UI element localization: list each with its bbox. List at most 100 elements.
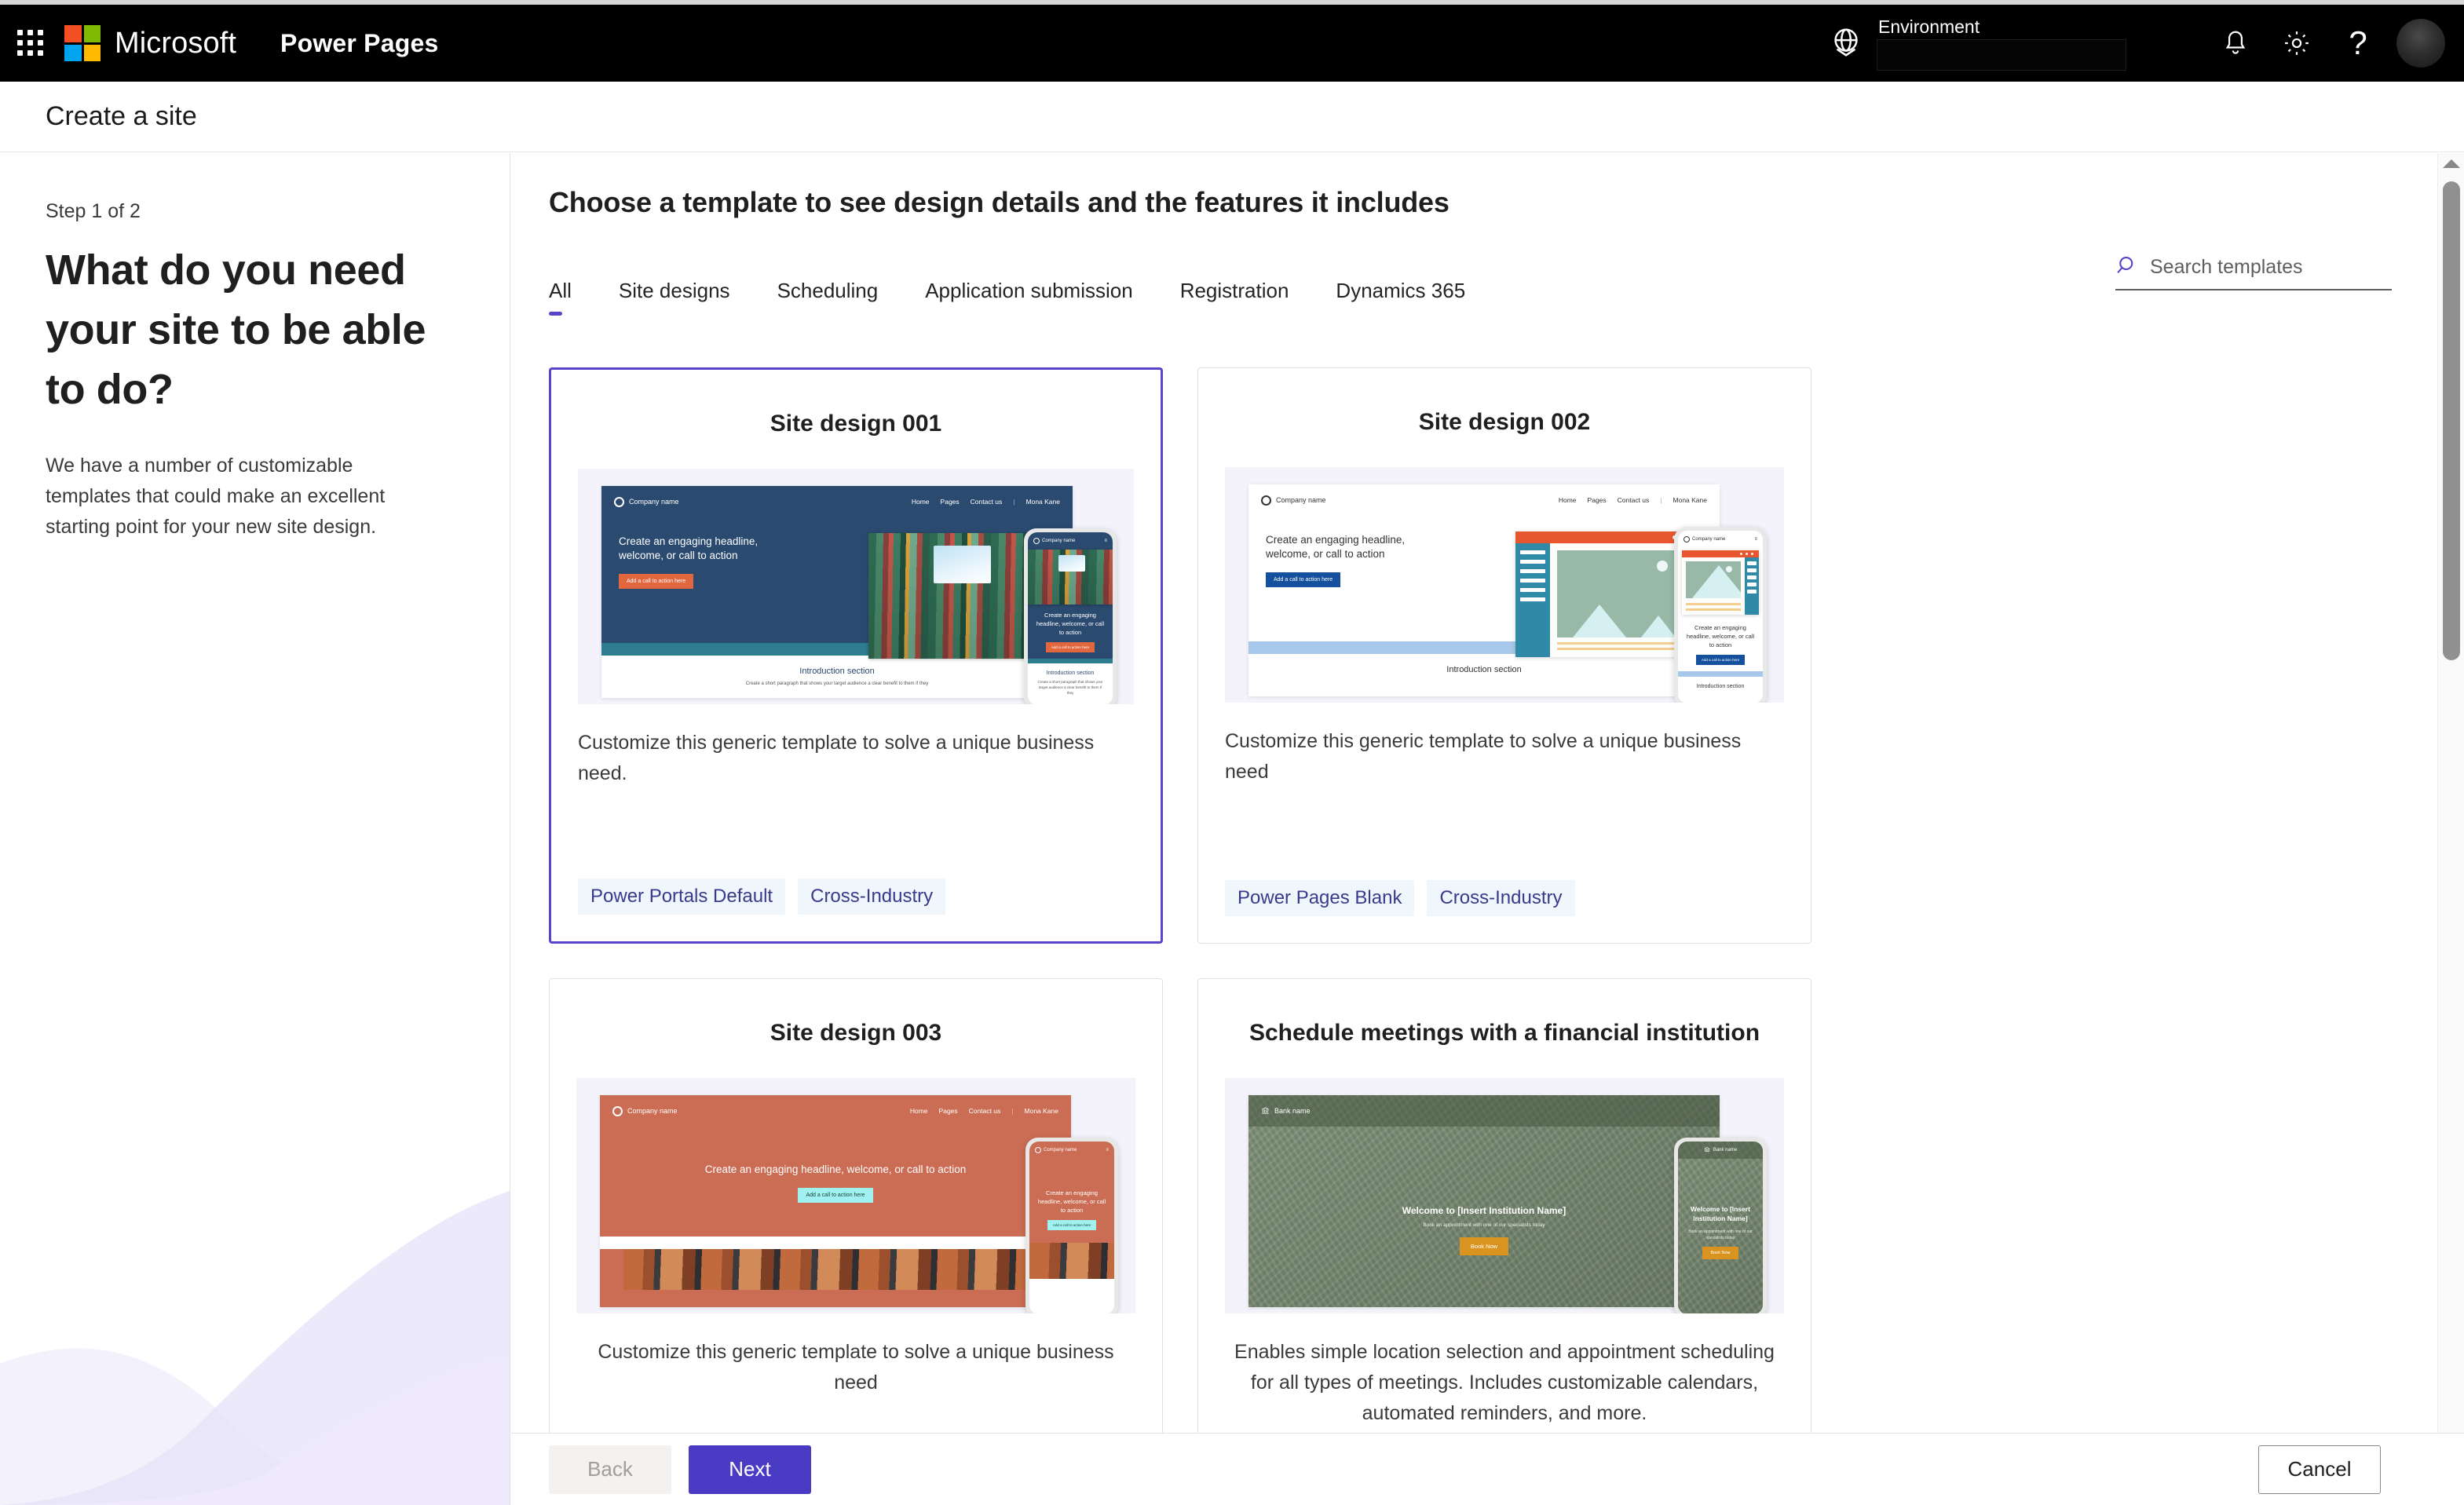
back-button[interactable]: Back — [549, 1445, 671, 1494]
mock-hero-image — [1515, 531, 1696, 657]
tab-dynamics-365[interactable]: Dynamics 365 — [1336, 279, 1465, 316]
mock-phone-cta: Add a call to action here — [1695, 655, 1746, 665]
mock-nav-contact: Contact us — [968, 1107, 1001, 1115]
mock-nav-user: Mona Kane — [1025, 498, 1060, 506]
template-card-site-design-003[interactable]: Site design 003 Company name Home Pages … — [549, 978, 1163, 1433]
thumbnail-desktop-mock: Company name Home Pages Contact us | Mon… — [600, 1095, 1071, 1307]
thumbnail-phone-mock: Company name ≡ Create an engaging headli… — [1674, 527, 1767, 703]
bell-icon[interactable] — [2205, 5, 2266, 82]
next-button[interactable]: Next — [689, 1445, 811, 1494]
environment-value[interactable] — [1877, 38, 2126, 71]
thumbnail-phone-mock: Company name ≡ Create an engaging headli… — [1024, 528, 1117, 704]
hamburger-icon: ≡ — [1106, 1148, 1109, 1152]
mock-cta-button: Book Now — [1459, 1237, 1509, 1255]
mock-brand: Company name — [1276, 496, 1326, 504]
search-input[interactable] — [2150, 256, 2378, 279]
mock-nav-home: Home — [909, 1107, 928, 1115]
mock-nav-contact: Contact us — [970, 498, 1003, 506]
thumbnail-desktop-mock: Bank name Welcome to [Insert Institution… — [1248, 1095, 1720, 1307]
cancel-button[interactable]: Cancel — [2258, 1445, 2381, 1494]
mock-phone-cta: Add a call to action here — [1045, 642, 1095, 652]
app-shell: Microsoft Power Pages Environment ? Crea… — [0, 0, 2464, 1505]
mock-nav-pages: Pages — [940, 498, 960, 506]
environment-label: Environment — [1878, 16, 1980, 37]
template-tag-list: Power Portals Default Cross-Industry — [551, 879, 1161, 941]
tab-application-submission[interactable]: Application submission — [925, 279, 1132, 316]
template-tag[interactable]: Power Pages Blank — [1225, 880, 1415, 916]
scroll-up-arrow-icon[interactable] — [2442, 159, 2460, 168]
template-title: Site design 001 — [770, 411, 942, 437]
mock-nav-home: Home — [1558, 496, 1577, 504]
question-mark-glyph: ? — [2349, 24, 2367, 61]
microsoft-logo[interactable]: Microsoft — [64, 25, 236, 61]
vertical-scrollbar[interactable] — [2437, 153, 2464, 1433]
app-launcher-icon[interactable] — [17, 30, 44, 57]
mock-phone-cta: Book Now — [1702, 1247, 1738, 1259]
microsoft-wordmark: Microsoft — [115, 26, 237, 60]
mock-phone-intro-text: Create a short paragraph that shows your… — [1037, 680, 1103, 695]
template-card-grid: Site design 001 Company name Home Pages … — [549, 367, 2382, 1433]
template-tag[interactable]: Cross-Industry — [798, 879, 946, 915]
mock-nav-pages: Pages — [938, 1107, 958, 1115]
mock-phone-headline: Create an engaging headline, welcome, or… — [1037, 1189, 1106, 1214]
template-thumbnail: Company name Home Pages Contact us | Mon… — [576, 1078, 1135, 1313]
help-icon[interactable]: ? — [2327, 5, 2389, 82]
template-description: Customize this generic template to solve… — [1225, 730, 1742, 783]
template-tag[interactable]: Power Portals Default — [578, 879, 786, 915]
mock-cta-button: Add a call to action here — [1266, 572, 1341, 587]
mock-phone-intro-title: Introduction section — [1696, 684, 1745, 689]
mock-nav-user: Mona Kane — [1024, 1107, 1058, 1115]
mock-headline: Create an engaging headline, welcome, or… — [619, 535, 759, 561]
mock-phone-headline: Welcome to [Insert Institution Name] — [1691, 1205, 1750, 1222]
template-title: Site design 003 — [770, 1020, 942, 1046]
mock-phone-subheadline: Book an appointment with one of our spec… — [1688, 1229, 1753, 1240]
mock-phone-cta: Add a call to action here — [1047, 1220, 1097, 1230]
step-indicator: Step 1 of 2 — [46, 200, 141, 222]
wizard-left-panel: Step 1 of 2 What do you need your site t… — [0, 153, 510, 1505]
globe-icon[interactable] — [1828, 25, 1864, 61]
template-description: Customize this generic template to solve… — [598, 1341, 1114, 1394]
template-thumbnail: Bank name Welcome to [Insert Institution… — [1225, 1078, 1784, 1313]
mock-brand: Bank name — [1274, 1107, 1311, 1115]
tab-site-designs[interactable]: Site designs — [619, 279, 730, 316]
mock-headline: Create an engaging headline, welcome, or… — [1266, 534, 1406, 560]
template-card-schedule-meetings[interactable]: Schedule meetings with a financial insti… — [1197, 978, 1811, 1433]
mock-cta-button: Add a call to action here — [798, 1188, 873, 1203]
gallery-heading: Choose a template to see design details … — [549, 186, 1450, 218]
bank-icon — [1261, 1106, 1270, 1116]
avatar[interactable] — [2396, 19, 2445, 68]
mock-phone-brand: Company name — [1692, 537, 1726, 542]
template-card-site-design-001[interactable]: Site design 001 Company name Home Pages … — [549, 367, 1163, 944]
search-icon — [2115, 254, 2139, 281]
thumbnail-phone-mock: Bank name Welcome to [Insert Institution… — [1674, 1138, 1767, 1313]
template-tag-list: Power Pages Blank Cross-Industry — [1198, 880, 1811, 943]
wizard-question-heading: What do you need your site to be able to… — [46, 247, 426, 413]
template-tag[interactable]: Cross-Industry — [1427, 880, 1575, 916]
thumbnail-phone-mock: Company name ≡ Create an engaging headli… — [1025, 1138, 1118, 1313]
search-templates-box[interactable] — [2115, 254, 2392, 290]
mock-nav-home: Home — [911, 498, 930, 506]
mock-headline: Create an engaging headline, welcome, or… — [704, 1163, 967, 1175]
tab-registration[interactable]: Registration — [1180, 279, 1289, 316]
mock-phone-brand: Company name — [1044, 1148, 1077, 1152]
mock-intro-title: Introduction section — [1446, 665, 1522, 674]
template-card-site-design-002[interactable]: Site design 002 Company name Home Pages … — [1197, 367, 1811, 944]
gear-icon[interactable] — [2266, 5, 2327, 82]
mock-brand: Company name — [627, 1107, 678, 1115]
tab-scheduling[interactable]: Scheduling — [777, 279, 879, 316]
mock-phone-headline: Create an engaging headline, welcome, or… — [1036, 612, 1105, 636]
wizard-description: We have a number of customizable templat… — [46, 455, 386, 538]
thumbnail-desktop-mock: Company name Home Pages Contact us | Mon… — [601, 486, 1073, 698]
suite-header-bar: Microsoft Power Pages Environment ? — [0, 5, 2464, 82]
environment-picker[interactable]: Environment — [1877, 16, 2126, 71]
mock-nav-pages: Pages — [1587, 496, 1607, 504]
template-gallery-inner: Choose a template to see design details … — [511, 153, 2429, 1433]
mock-phone-headline: Create an engaging headline, welcome, or… — [1686, 624, 1755, 648]
mock-brand: Company name — [629, 498, 679, 506]
template-title: Schedule meetings with a financial insti… — [1248, 1020, 1760, 1046]
scrollbar-thumb[interactable] — [2443, 181, 2460, 660]
tab-all[interactable]: All — [549, 279, 572, 316]
app-title[interactable]: Power Pages — [280, 29, 438, 58]
bank-icon — [1704, 1146, 1710, 1154]
mock-cta-button: Add a call to action here — [619, 574, 694, 589]
